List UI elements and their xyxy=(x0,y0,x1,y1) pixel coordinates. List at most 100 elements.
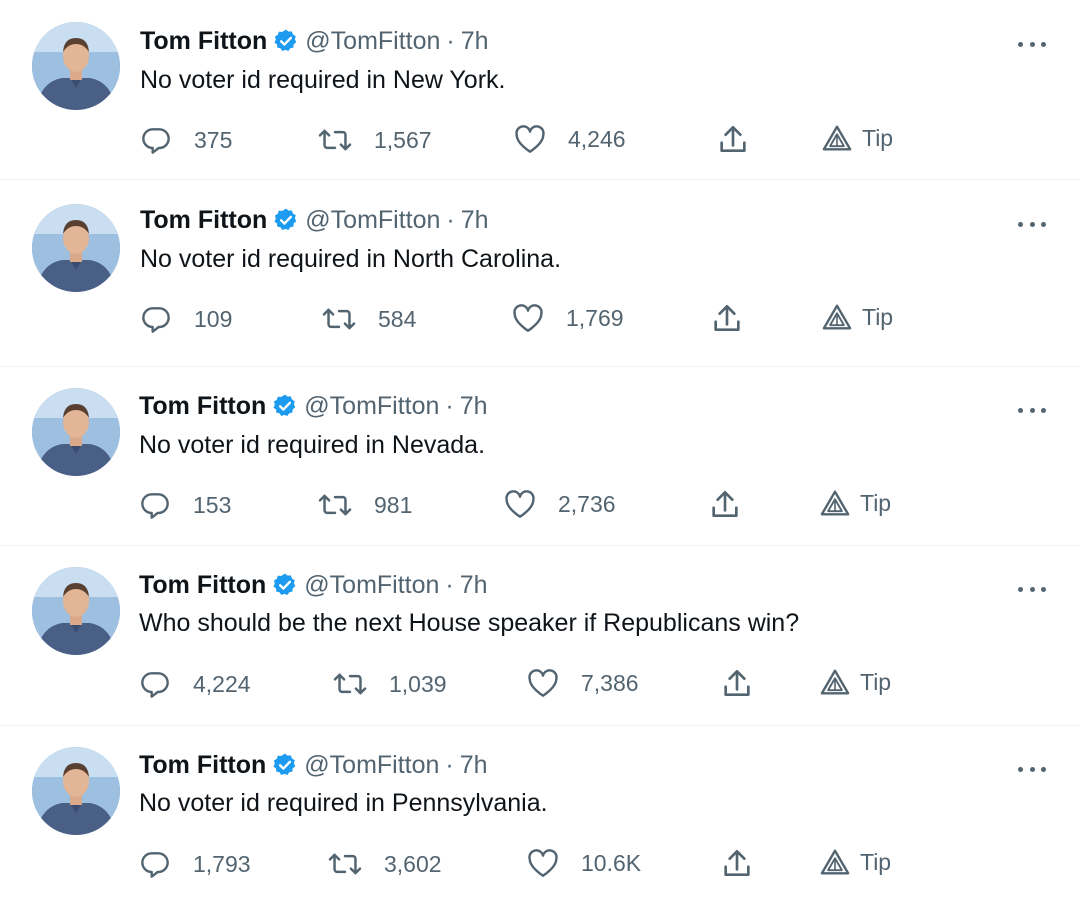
reply-count: 1,793 xyxy=(193,850,251,877)
retweet-icon xyxy=(322,308,356,330)
like-count: 7,386 xyxy=(581,669,639,696)
share-icon xyxy=(714,305,740,331)
author-handle[interactable]: @TomFitton xyxy=(304,571,439,600)
share-button[interactable] xyxy=(722,668,752,700)
avatar[interactable] xyxy=(32,204,120,292)
tip-label: Tip xyxy=(862,124,894,151)
avatar[interactable] xyxy=(32,388,120,476)
tweet-text: Who should be the next House speaker if … xyxy=(139,609,800,637)
separator-dot: · xyxy=(446,26,455,55)
share-button[interactable] xyxy=(718,124,748,156)
like-count: 10.6K xyxy=(581,849,642,876)
share-icon xyxy=(724,670,750,696)
like-button[interactable]: 2,736 xyxy=(504,489,616,519)
timestamp[interactable]: 7h xyxy=(461,206,489,235)
author-name[interactable]: Tom Fitton xyxy=(139,392,266,421)
like-count: 1,769 xyxy=(566,304,624,331)
tip-icon xyxy=(822,125,852,151)
timestamp[interactable]: 7h xyxy=(460,751,488,780)
timestamp[interactable]: 7h xyxy=(460,571,488,600)
verified-badge-icon xyxy=(272,572,298,598)
more-icon[interactable] xyxy=(1018,219,1046,229)
tweet-header: Tom Fitton @TomFitton · 7h xyxy=(140,25,489,57)
author-handle[interactable]: @TomFitton xyxy=(305,27,440,56)
tip-label: Tip xyxy=(860,489,892,516)
heart-icon xyxy=(528,849,558,877)
reply-button[interactable]: 153 xyxy=(139,489,231,521)
retweet-button[interactable]: 584 xyxy=(322,303,416,335)
retweet-button[interactable]: 3,602 xyxy=(328,848,442,880)
author-handle[interactable]: @TomFitton xyxy=(305,206,440,235)
like-count: 2,736 xyxy=(558,490,616,517)
reply-count: 375 xyxy=(194,126,233,153)
share-button[interactable] xyxy=(722,848,752,880)
like-button[interactable]: 7,386 xyxy=(527,668,639,698)
tip-label: Tip xyxy=(862,303,894,330)
more-icon[interactable] xyxy=(1018,39,1046,49)
tweet-header: Tom Fitton @TomFitton · 7h xyxy=(139,390,488,422)
retweet-button[interactable]: 1,567 xyxy=(318,124,432,156)
retweet-button[interactable]: 981 xyxy=(318,489,412,521)
like-button[interactable]: 4,246 xyxy=(514,124,626,154)
reply-icon xyxy=(141,493,169,519)
share-button[interactable] xyxy=(712,303,742,335)
heart-icon xyxy=(528,669,558,697)
author-handle[interactable]: @TomFitton xyxy=(304,751,439,780)
more-icon[interactable] xyxy=(1018,764,1046,774)
tweet[interactable]: Tom Fitton @TomFitton · 7h No voter id r… xyxy=(0,366,1080,546)
author-name[interactable]: Tom Fitton xyxy=(139,751,266,780)
reply-icon xyxy=(141,672,169,698)
retweet-count: 584 xyxy=(378,305,417,332)
tip-button[interactable]: Tip xyxy=(822,303,893,331)
heart-icon xyxy=(515,125,545,153)
author-name[interactable]: Tom Fitton xyxy=(140,27,267,56)
reply-icon xyxy=(142,128,170,154)
verified-badge-icon xyxy=(272,393,298,419)
avatar[interactable] xyxy=(32,22,120,110)
like-button[interactable]: 1,769 xyxy=(512,303,624,333)
author-name[interactable]: Tom Fitton xyxy=(139,571,266,600)
tip-icon xyxy=(820,490,850,516)
retweet-count: 1,567 xyxy=(374,126,432,153)
retweet-button[interactable]: 1,039 xyxy=(333,668,447,700)
tip-button[interactable]: Tip xyxy=(820,848,891,876)
tweet-text: No voter id required in Nevada. xyxy=(139,431,486,459)
timestamp[interactable]: 7h xyxy=(460,392,488,421)
tip-button[interactable]: Tip xyxy=(820,668,891,696)
tweet-header: Tom Fitton @TomFitton · 7h xyxy=(139,749,488,781)
reply-count: 4,224 xyxy=(193,670,251,697)
tweet[interactable]: Tom Fitton @TomFitton · 7h No voter id r… xyxy=(0,181,1080,357)
separator-dot: · xyxy=(445,391,454,420)
reply-count: 153 xyxy=(193,491,232,518)
retweet-count: 981 xyxy=(374,491,413,518)
reply-button[interactable]: 375 xyxy=(140,124,232,156)
reply-button[interactable]: 1,793 xyxy=(139,848,251,880)
retweet-icon xyxy=(328,853,362,875)
author-name[interactable]: Tom Fitton xyxy=(140,206,267,235)
like-button[interactable]: 10.6K xyxy=(527,848,641,878)
author-handle[interactable]: @TomFitton xyxy=(304,392,439,421)
tweet[interactable]: Tom Fitton @TomFitton · 7h No voter id r… xyxy=(0,0,1080,180)
verified-badge-icon xyxy=(273,207,299,233)
tweet[interactable]: Tom Fitton @TomFitton · 7h No voter id r… xyxy=(0,725,1080,905)
timestamp[interactable]: 7h xyxy=(461,27,489,56)
retweet-count: 3,602 xyxy=(384,850,442,877)
tip-label: Tip xyxy=(860,848,892,875)
share-button[interactable] xyxy=(710,489,740,521)
tweet[interactable]: Tom Fitton @TomFitton · 7h Who should be… xyxy=(0,545,1080,725)
tip-button[interactable]: Tip xyxy=(820,489,891,517)
share-icon xyxy=(712,491,738,517)
reply-icon xyxy=(141,852,169,878)
more-icon[interactable] xyxy=(1018,405,1046,415)
avatar[interactable] xyxy=(32,747,120,835)
retweet-icon xyxy=(318,129,352,151)
more-icon[interactable] xyxy=(1018,584,1046,594)
tip-icon xyxy=(822,304,852,330)
tip-icon xyxy=(820,849,850,875)
reply-button[interactable]: 4,224 xyxy=(139,668,251,700)
share-icon xyxy=(720,126,746,152)
avatar[interactable] xyxy=(32,567,120,655)
retweet-icon xyxy=(333,673,367,695)
tip-button[interactable]: Tip xyxy=(822,124,893,152)
reply-button[interactable]: 109 xyxy=(140,303,232,335)
